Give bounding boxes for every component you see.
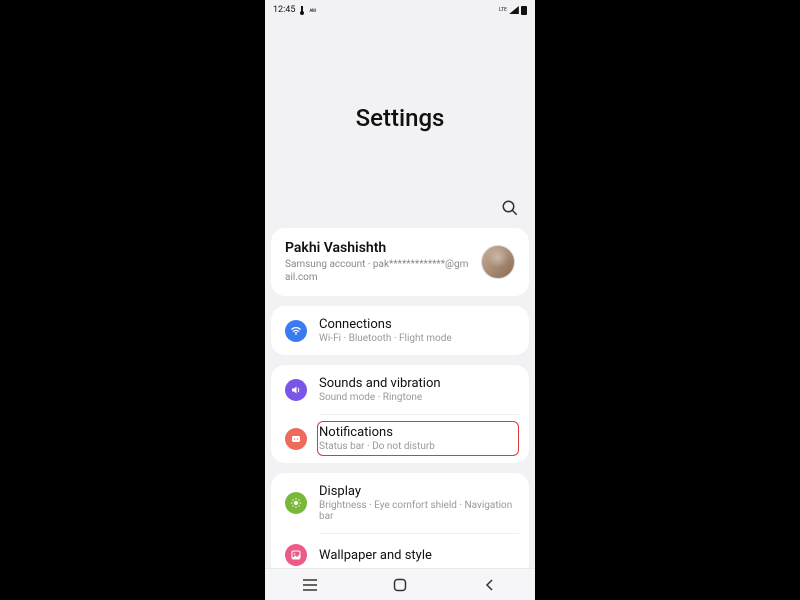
notif-icon (285, 428, 307, 450)
home-icon (393, 578, 407, 592)
nav-bar (265, 568, 535, 600)
signal-icon (509, 6, 519, 14)
battery-icon (521, 6, 527, 15)
row-text: Wallpaper and style (319, 548, 515, 563)
nav-home[interactable] (380, 578, 420, 592)
account-card[interactable]: Pakhi Vashishth Samsung account · pak***… (271, 228, 529, 296)
settings-group: Sounds and vibrationSound mode · Rington… (271, 365, 529, 463)
nav-back[interactable] (470, 579, 510, 591)
settings-row-sounds-and-vibration[interactable]: Sounds and vibrationSound mode · Rington… (271, 365, 529, 414)
recents-icon (302, 579, 318, 591)
header: Settings (265, 18, 535, 188)
avatar (481, 245, 515, 279)
row-text: ConnectionsWi-Fi · Bluetooth · Flight mo… (319, 317, 515, 344)
row-title: Wallpaper and style (319, 548, 515, 563)
row-sub: Sound mode · Ringtone (319, 392, 515, 403)
settings-row-display[interactable]: DisplayBrightness · Eye comfort shield ·… (271, 473, 529, 533)
row-title: Notifications (319, 425, 515, 440)
status-bar: 12:45 ᴀᴍ LTE (265, 0, 535, 18)
settings-group: DisplayBrightness · Eye comfort shield ·… (271, 473, 529, 568)
display-icon (285, 492, 307, 514)
row-text: DisplayBrightness · Eye comfort shield ·… (319, 484, 515, 522)
row-title: Connections (319, 317, 515, 332)
row-title: Display (319, 484, 515, 499)
status-time: 12:45 (273, 5, 295, 15)
row-sub: Status bar · Do not disturb (319, 441, 515, 452)
search-icon (501, 199, 519, 217)
settings-group: ConnectionsWi-Fi · Bluetooth · Flight mo… (271, 306, 529, 355)
nav-recents[interactable] (290, 579, 330, 591)
search-row (265, 188, 535, 228)
sound-icon (285, 379, 307, 401)
phone-screen: 12:45 ᴀᴍ LTE Settings Pakhi Vashishth Sa… (265, 0, 535, 600)
status-ampm-icon: ᴀᴍ (309, 7, 315, 14)
settings-row-wallpaper-and-style[interactable]: Wallpaper and style (271, 533, 529, 568)
account-name: Pakhi Vashishth (285, 240, 473, 256)
row-title: Sounds and vibration (319, 376, 515, 391)
settings-content[interactable]: Pakhi Vashishth Samsung account · pak***… (265, 228, 535, 568)
status-net-label: LTE (499, 8, 507, 13)
back-icon (484, 579, 496, 591)
row-sub: Brightness · Eye comfort shield · Naviga… (319, 500, 515, 522)
row-text: Sounds and vibrationSound mode · Rington… (319, 376, 515, 403)
page-title: Settings (356, 104, 445, 132)
search-button[interactable] (499, 197, 521, 219)
settings-row-notifications[interactable]: NotificationsStatus bar · Do not disturb (271, 414, 529, 463)
row-text: NotificationsStatus bar · Do not disturb (317, 421, 519, 456)
wifi-icon (285, 320, 307, 342)
row-sub: Wi-Fi · Bluetooth · Flight mode (319, 333, 515, 344)
wallpaper-icon (285, 544, 307, 566)
account-sub: Samsung account · pak*************@gmail… (285, 258, 473, 284)
settings-row-connections[interactable]: ConnectionsWi-Fi · Bluetooth · Flight mo… (271, 306, 529, 355)
thermometer-icon (299, 6, 305, 15)
